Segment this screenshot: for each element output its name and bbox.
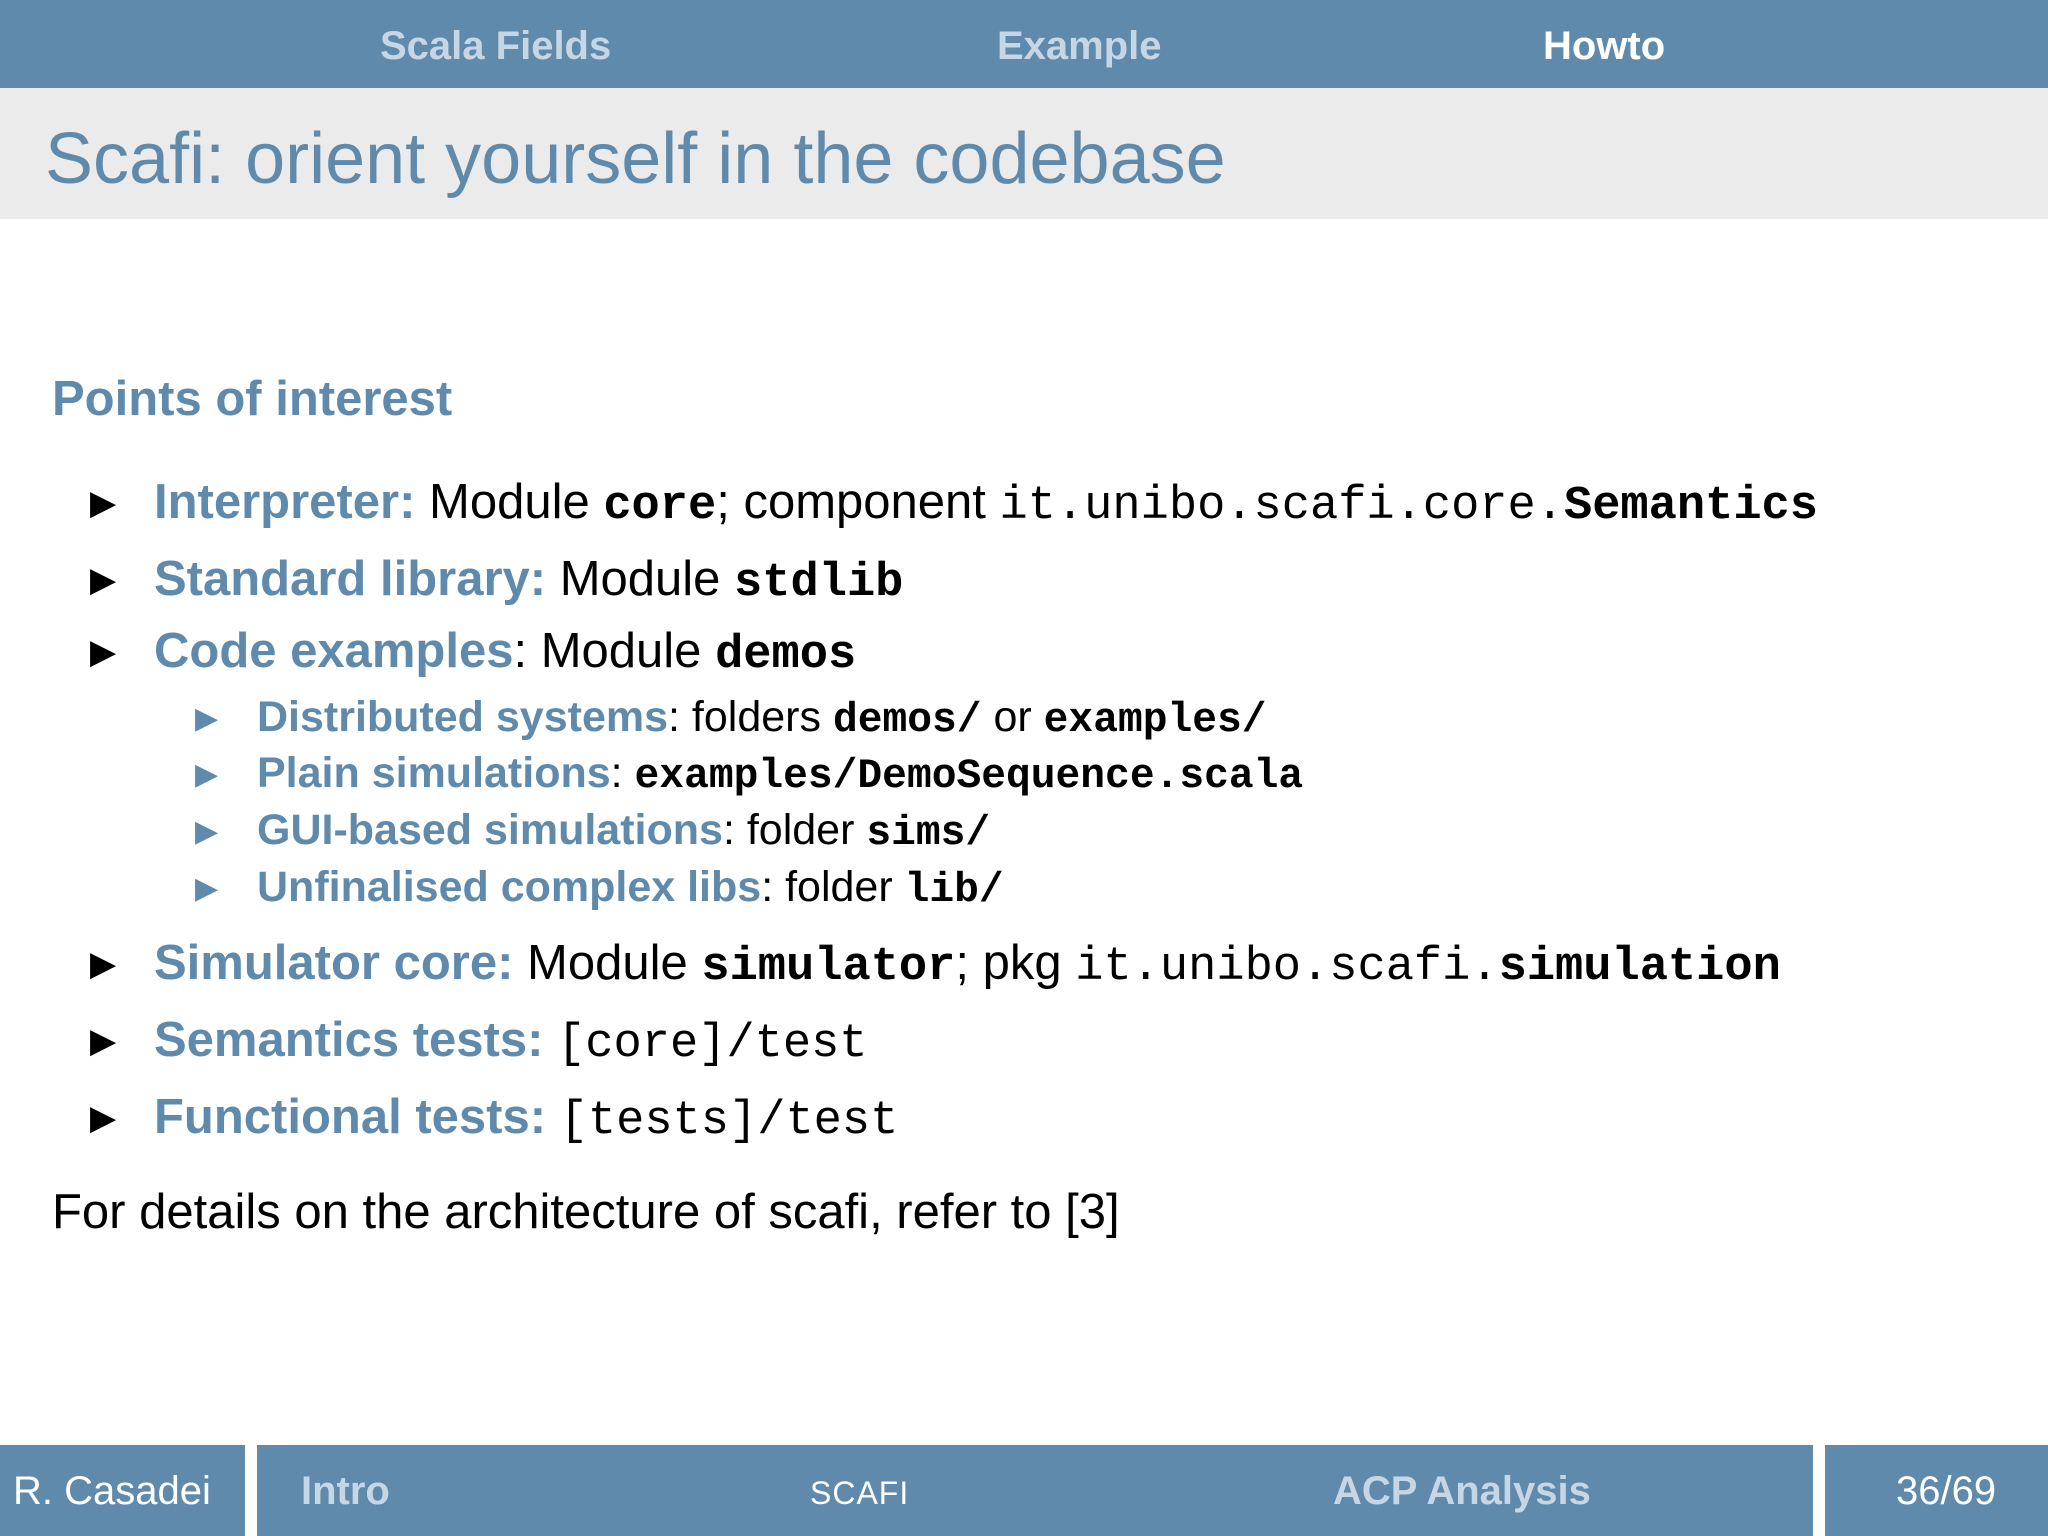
package-path: it.unibo.scafi.core. [999,480,1564,533]
top-navigation: Scala Fields Example Howto [0,0,2048,88]
list-item-functional-tests: ▶ Functional tests: [tests]/test [90,1087,898,1152]
item-text: Module [513,936,702,990]
item-key: Code examples [154,624,514,678]
list-item-semantics-tests: ▶ Semantics tests: [core]/test [90,1010,868,1075]
test-path: [tests]/test [559,1095,899,1148]
item-key: Standard library: [154,552,547,606]
triangle-right-icon: ▶ [195,702,219,735]
sublist-item-unfinalised-libs: ▶ Unfinalised complex libs: folder lib/ [195,861,1004,917]
footer-sections: Intro SCAFI ACP Analysis [257,1445,1813,1536]
triangle-right-icon: ▶ [90,561,117,599]
nav-howto[interactable]: Howto [1543,24,1665,69]
item-key: Semantics tests: [154,1013,544,1067]
page-number: 36/69 [1896,1469,1997,1513]
item-text: ; pkg [955,936,1076,990]
sublist-item-gui-simulations: ▶ GUI-based simulations: folder sims/ [195,804,990,860]
triangle-right-icon: ▶ [195,872,219,905]
footer-section-intro[interactable]: Intro [301,1469,390,1514]
footer-page-box: 36/69 [1825,1445,2048,1536]
module-name: simulator [701,941,956,994]
folder-name: demos/ [832,698,982,744]
item-text: ; component [716,475,1000,529]
module-name: core [603,480,717,533]
item-text: : Module [513,624,716,678]
slide-content: Points of interest ▶ Interpreter: Module … [0,219,2048,1445]
component-name: Semantics [1563,480,1818,533]
item-key: Functional tests: [154,1090,547,1144]
test-path: [core]/test [557,1018,868,1071]
item-key: Simulator core: [154,936,514,990]
sublist-item-distributed-systems: ▶ Distributed systems: folders demos/ or … [195,691,1267,747]
sublist-item-plain-simulations: ▶ Plain simulations: examples/DemoSequenc… [195,747,1303,803]
triangle-right-icon: ▶ [195,758,219,791]
package-path: it.unibo.scafi. [1075,941,1499,994]
nav-scala-fields[interactable]: Scala Fields [380,24,611,69]
module-name: demos [715,629,857,682]
subitem-text: : folder [761,863,905,911]
subitem-key: GUI-based simulations [257,806,723,854]
module-name: stdlib [734,557,904,610]
subitem-text: : folder [722,806,867,854]
footer-short-title: SCAFI [810,1475,910,1511]
triangle-right-icon: ▶ [90,633,117,671]
slide-title-bar: Scafi: orient yourself in the codebase [0,88,2048,219]
file-path: examples/DemoSequence.scala [634,754,1304,800]
triangle-right-icon: ▶ [90,1099,117,1137]
block-title: Points of interest [52,372,453,426]
folder-name: examples/ [1043,698,1267,744]
list-item-interpreter: ▶ Interpreter: Module core; component it.… [90,472,1818,537]
subitem-text: : folders [668,693,833,741]
item-text: Module [415,475,604,529]
list-item-code-examples: ▶ Code examples: Module demos [90,621,856,686]
subitem-text: or [981,693,1044,741]
subitem-key: Unfinalised complex libs [257,863,762,911]
footer-author: R. Casadei [13,1469,211,1513]
subitem-key: Plain simulations [257,749,611,797]
architecture-note: For details on the architecture of scafi… [52,1185,1120,1239]
subitem-key: Distributed systems [257,693,669,741]
folder-name: sims/ [866,811,991,857]
footer: R. Casadei Intro SCAFI ACP Analysis 36/6… [0,1445,2048,1536]
list-item-standard-library: ▶ Standard library: Module stdlib [90,549,903,614]
nav-example[interactable]: Example [997,24,1162,69]
triangle-right-icon: ▶ [90,945,117,983]
triangle-right-icon: ▶ [90,484,117,522]
item-key: Interpreter: [154,475,416,529]
triangle-right-icon: ▶ [195,815,219,848]
footer-author-box: R. Casadei [0,1445,245,1536]
subitem-text: : [610,749,635,797]
triangle-right-icon: ▶ [90,1022,117,1060]
folder-name: lib/ [904,868,1004,914]
item-text: Module [546,552,735,606]
package-name: simulation [1498,941,1781,994]
slide-title: Scafi: orient yourself in the codebase [45,119,1226,199]
footer-section-acp-analysis[interactable]: ACP Analysis [1333,1469,1591,1514]
list-item-simulator-core: ▶ Simulator core: Module simulator; pkg i… [90,933,1781,998]
